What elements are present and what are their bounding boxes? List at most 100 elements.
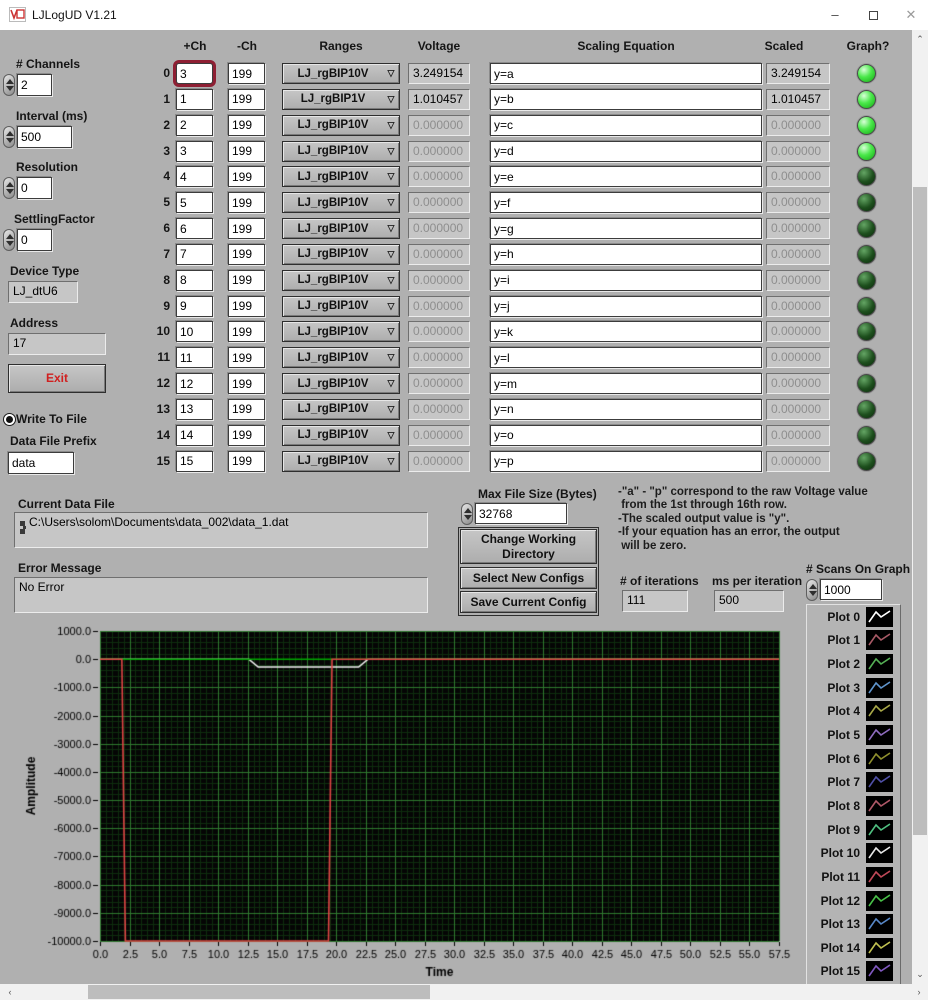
legend-item[interactable]: Plot 4 <box>807 700 900 724</box>
neg-channel-input[interactable] <box>228 296 265 317</box>
neg-channel-input[interactable] <box>228 270 265 291</box>
graph-led[interactable] <box>857 374 876 393</box>
resolution-stepper[interactable] <box>3 177 15 199</box>
graph-led[interactable] <box>857 90 876 109</box>
max-file-size-stepper[interactable] <box>461 503 473 525</box>
graph-led[interactable] <box>857 271 876 290</box>
graph-led[interactable] <box>857 348 876 367</box>
graph-led[interactable] <box>857 400 876 419</box>
scaling-equation-input[interactable] <box>490 321 762 342</box>
neg-channel-input[interactable] <box>228 89 265 110</box>
settling-factor-input[interactable] <box>17 229 52 251</box>
legend-item[interactable]: Plot 15 <box>807 960 900 984</box>
neg-channel-input[interactable] <box>228 166 265 187</box>
scaling-equation-input[interactable] <box>490 244 762 265</box>
range-dropdown[interactable]: LJ_rgBIP10V ▽ <box>282 244 400 265</box>
range-dropdown[interactable]: LJ_rgBIP10V ▽ <box>282 192 400 213</box>
horizontal-scrollbar-thumb[interactable] <box>88 985 430 999</box>
legend-item[interactable]: Plot 1 <box>807 629 900 653</box>
range-dropdown[interactable]: LJ_rgBIP10V ▽ <box>282 115 400 136</box>
range-dropdown[interactable]: LJ_rgBIP10V ▽ <box>282 63 400 84</box>
vertical-scrollbar-thumb[interactable] <box>913 187 927 835</box>
scaling-equation-input[interactable] <box>490 296 762 317</box>
scroll-up-icon[interactable]: ⌃ <box>912 34 928 45</box>
pos-channel-input[interactable] <box>176 347 213 368</box>
pos-channel-input[interactable] <box>176 63 213 84</box>
scroll-down-icon[interactable]: ⌄ <box>912 969 928 980</box>
scaling-equation-input[interactable] <box>490 347 762 368</box>
scans-stepper[interactable] <box>806 579 818 601</box>
max-file-size-input[interactable] <box>475 503 567 524</box>
scaling-equation-input[interactable] <box>490 270 762 291</box>
neg-channel-input[interactable] <box>228 425 265 446</box>
pos-channel-input[interactable] <box>176 192 213 213</box>
horizontal-scrollbar[interactable]: ‹ › <box>0 984 928 1000</box>
legend-item[interactable]: Plot 13 <box>807 912 900 936</box>
close-button[interactable]: ✕ <box>894 0 928 30</box>
range-dropdown[interactable]: LJ_rgBIP10V ▽ <box>282 321 400 342</box>
pos-channel-input[interactable] <box>176 270 213 291</box>
waveform-graph[interactable] <box>18 616 798 990</box>
save-current-config-button[interactable]: Save Current Config <box>460 591 597 613</box>
graph-led[interactable] <box>857 322 876 341</box>
scaling-equation-input[interactable] <box>490 218 762 239</box>
range-dropdown[interactable]: LJ_rgBIP10V ▽ <box>282 166 400 187</box>
legend-item[interactable]: Plot 2 <box>807 652 900 676</box>
graph-led[interactable] <box>857 116 876 135</box>
legend-item[interactable]: Plot 11 <box>807 865 900 889</box>
scaling-equation-input[interactable] <box>490 115 762 136</box>
scaling-equation-input[interactable] <box>490 141 762 162</box>
range-dropdown[interactable]: LJ_rgBIP10V ▽ <box>282 296 400 317</box>
scaling-equation-input[interactable] <box>490 399 762 420</box>
legend-item[interactable]: Plot 10 <box>807 841 900 865</box>
neg-channel-input[interactable] <box>228 321 265 342</box>
neg-channel-input[interactable] <box>228 451 265 472</box>
graph-led[interactable] <box>857 167 876 186</box>
range-dropdown[interactable]: LJ_rgBIP10V ▽ <box>282 451 400 472</box>
range-dropdown[interactable]: LJ_rgBIP10V ▽ <box>282 270 400 291</box>
neg-channel-input[interactable] <box>228 244 265 265</box>
graph-led[interactable] <box>857 64 876 83</box>
settling-stepper[interactable] <box>3 229 15 251</box>
exit-button[interactable]: Exit <box>8 364 106 393</box>
change-working-directory-button[interactable]: Change Working Directory <box>460 529 597 564</box>
resolution-input[interactable] <box>17 177 52 199</box>
neg-channel-input[interactable] <box>228 63 265 84</box>
select-new-configs-button[interactable]: Select New Configs <box>460 567 597 589</box>
range-dropdown[interactable]: LJ_rgBIP10V ▽ <box>282 425 400 446</box>
pos-channel-input[interactable] <box>176 89 213 110</box>
neg-channel-input[interactable] <box>228 115 265 136</box>
scroll-right-icon[interactable]: › <box>912 987 926 997</box>
legend-item[interactable]: Plot 0 <box>807 605 900 629</box>
legend-item[interactable]: Plot 8 <box>807 794 900 818</box>
scaling-equation-input[interactable] <box>490 89 762 110</box>
range-dropdown[interactable]: LJ_rgBIP10V ▽ <box>282 373 400 394</box>
graph-led[interactable] <box>857 426 876 445</box>
scaling-equation-input[interactable] <box>490 63 762 84</box>
data-file-prefix-input[interactable] <box>8 452 74 474</box>
graph-led[interactable] <box>857 245 876 264</box>
pos-channel-input[interactable] <box>176 373 213 394</box>
pos-channel-input[interactable] <box>176 399 213 420</box>
scaling-equation-input[interactable] <box>490 166 762 187</box>
neg-channel-input[interactable] <box>228 141 265 162</box>
graph-led[interactable] <box>857 297 876 316</box>
graph-led[interactable] <box>857 219 876 238</box>
neg-channel-input[interactable] <box>228 399 265 420</box>
scans-on-graph-input[interactable] <box>820 579 882 600</box>
pos-channel-input[interactable] <box>176 451 213 472</box>
pos-channel-input[interactable] <box>176 321 213 342</box>
range-dropdown[interactable]: LJ_rgBIP10V ▽ <box>282 218 400 239</box>
vertical-scrollbar[interactable]: ⌃ ⌄ <box>912 30 928 984</box>
range-dropdown[interactable]: LJ_rgBIP1V ▽ <box>282 89 400 110</box>
interval-input[interactable] <box>17 126 72 148</box>
graph-led[interactable] <box>857 142 876 161</box>
legend-item[interactable]: Plot 7 <box>807 770 900 794</box>
neg-channel-input[interactable] <box>228 373 265 394</box>
scroll-left-icon[interactable]: ‹ <box>2 987 18 997</box>
neg-channel-input[interactable] <box>228 192 265 213</box>
pos-channel-input[interactable] <box>176 244 213 265</box>
interval-stepper[interactable] <box>3 126 15 148</box>
scaling-equation-input[interactable] <box>490 373 762 394</box>
scaling-equation-input[interactable] <box>490 451 762 472</box>
